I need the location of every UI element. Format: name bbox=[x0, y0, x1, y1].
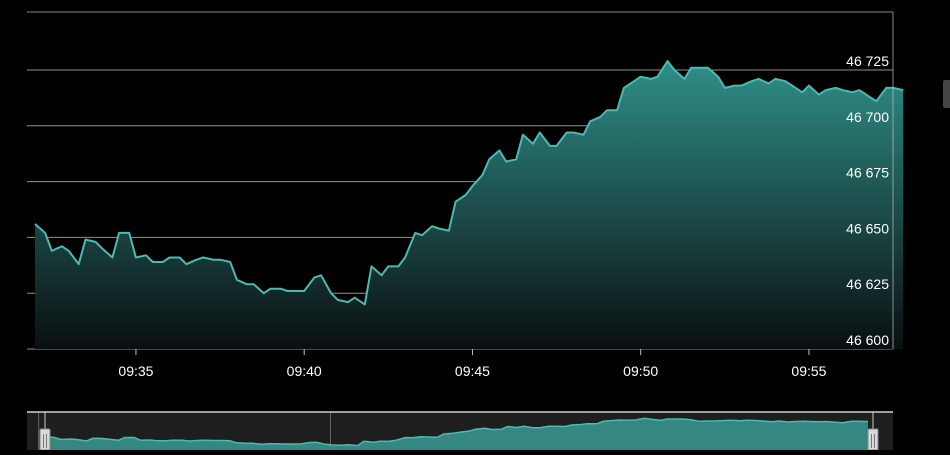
range-navigator[interactable] bbox=[27, 411, 893, 451]
navigator-handle-right[interactable] bbox=[867, 428, 879, 451]
navigator-handle-left[interactable] bbox=[39, 428, 51, 451]
y-tick-label: 46 625 bbox=[846, 276, 889, 292]
x-tick-label: 09:45 bbox=[455, 363, 490, 379]
y-tick-label: 46 700 bbox=[846, 109, 889, 125]
x-tick-label: 09:50 bbox=[623, 363, 658, 379]
y-tick-label: 46 675 bbox=[846, 165, 889, 181]
chart-svg: 46 600 46 625 46 650 46 675 46 700 46 725 09:3… bbox=[27, 11, 904, 451]
series-area-fill bbox=[35, 61, 904, 349]
y-tick-label: 46 600 bbox=[846, 332, 889, 348]
scrollbar-thumb[interactable] bbox=[943, 80, 950, 108]
y-tick-label: 46 650 bbox=[846, 220, 889, 236]
x-tick-label: 09:55 bbox=[791, 363, 826, 379]
price-chart: 46 600 46 625 46 650 46 675 46 700 46 725 09:3… bbox=[0, 0, 950, 451]
y-tick-label: 46 725 bbox=[846, 53, 889, 69]
x-tick-label: 09:40 bbox=[287, 363, 322, 379]
x-tick-label: 09:35 bbox=[118, 363, 153, 379]
series-area bbox=[34, 60, 904, 349]
